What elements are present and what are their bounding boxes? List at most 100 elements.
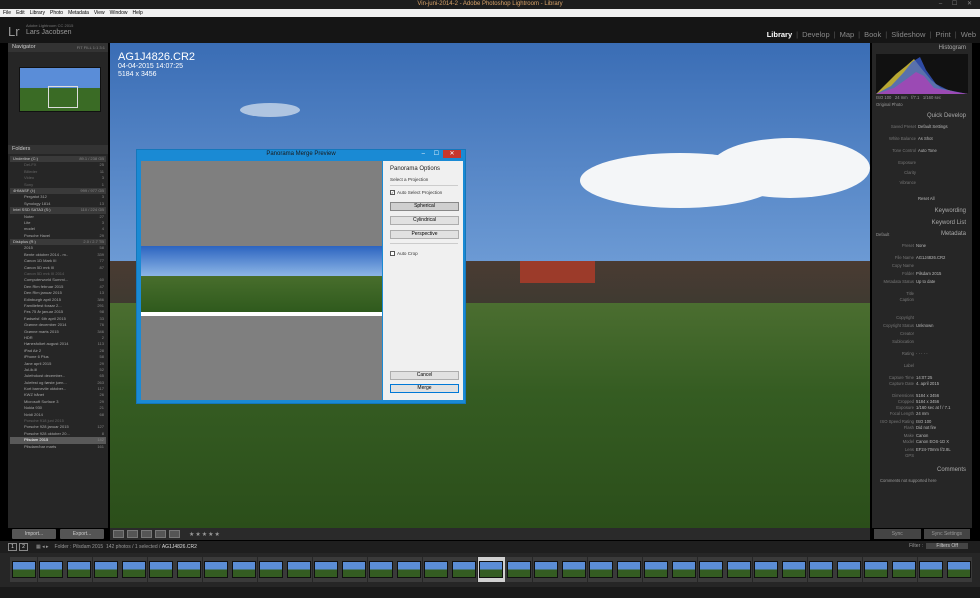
metadata-row[interactable]: Exposure 1/160 sec at f / 7.1: [870, 405, 950, 410]
filmstrip-thumbnail[interactable]: [121, 561, 146, 578]
metadata-row[interactable]: Capture Time 14:07:25: [870, 375, 932, 380]
metadata-row[interactable]: Title: [870, 291, 916, 296]
menu-help[interactable]: Help: [132, 10, 142, 16]
maximize-icon[interactable]: ☐: [434, 150, 439, 158]
metadata-row[interactable]: Copyright Status Unknown: [870, 323, 933, 328]
filmstrip-thumbnail[interactable]: [66, 561, 91, 578]
auto-select-checkbox[interactable]: ✓ Auto Select Projection: [390, 190, 442, 196]
meta-value[interactable]: Unknown: [916, 323, 933, 328]
page-2-button[interactable]: 2: [19, 543, 28, 551]
qd-value[interactable]: Default Settings: [918, 124, 948, 129]
metadata-row[interactable]: Label: [870, 363, 916, 368]
quick-develop-row[interactable]: Saved Preset Default Settings: [872, 124, 948, 129]
export-button[interactable]: Export...: [60, 529, 104, 539]
filmstrip-thumbnail[interactable]: [39, 561, 63, 578]
metadata-row[interactable]: Capture Date 4. april 2015: [870, 381, 939, 386]
compare-view-button[interactable]: [141, 530, 152, 538]
metadata-row[interactable]: Dimensions 5184 x 3456: [870, 393, 939, 398]
meta-value[interactable]: ISO 100: [916, 419, 931, 424]
rating-stars[interactable]: ★★★★★: [189, 531, 221, 538]
perspective-button[interactable]: Perspective: [390, 230, 459, 239]
filmstrip-thumbnail[interactable]: [891, 561, 916, 578]
metadata-row[interactable]: Copy Name: [870, 263, 916, 268]
meta-value[interactable]: Pilsdam 2015: [916, 271, 941, 276]
page-1-button[interactable]: 1: [8, 543, 17, 551]
auto-crop-checkbox[interactable]: Auto Crop: [390, 251, 418, 257]
cancel-button[interactable]: Cancel: [390, 371, 459, 380]
filmstrip-thumbnail[interactable]: [781, 561, 806, 578]
meta-value[interactable]: 5184 x 3456: [916, 393, 939, 398]
meta-value[interactable]: 14:07:25: [916, 375, 932, 380]
filmstrip-thumbnail[interactable]: [314, 561, 338, 578]
metadata-row[interactable]: File Name AG1J4826.CR2: [870, 255, 945, 260]
filmstrip-thumbnail[interactable]: [479, 561, 503, 578]
metadata-preset-select[interactable]: Default: [876, 232, 889, 237]
import-button[interactable]: Import...: [12, 529, 56, 539]
filmstrip-thumbnail[interactable]: [919, 561, 943, 578]
filmstrip-thumbnail[interactable]: [176, 561, 201, 578]
checkbox-empty-icon[interactable]: [390, 251, 395, 257]
navigator-viewport-box[interactable]: [48, 86, 78, 108]
grid-icon[interactable]: ▦ ◂ ▸: [36, 544, 49, 550]
metadata-row[interactable]: Metadata Status Up to date: [870, 279, 936, 284]
module-print[interactable]: Print: [931, 30, 954, 39]
metadata-row[interactable]: Model Canon EOS-1D X: [870, 439, 949, 444]
comments-header[interactable]: Comments: [872, 466, 972, 475]
meta-value[interactable]: Canon: [916, 433, 928, 438]
quick-develop-row[interactable]: White Balance As Shot: [872, 136, 933, 141]
filmstrip-path[interactable]: Folder : Pilsdam 2015: [55, 544, 104, 550]
metadata-row[interactable]: Lens EF24-70mm f/2.8L: [870, 447, 951, 452]
navigator-zoom[interactable]: FIT FILL 1:1 3:1: [77, 43, 105, 52]
people-view-button[interactable]: [169, 530, 180, 538]
merge-button[interactable]: Merge: [390, 384, 459, 393]
menu-metadata[interactable]: Metadata: [68, 10, 89, 16]
checkbox-checked-icon[interactable]: ✓: [390, 190, 395, 196]
metadata-row[interactable]: Rating · · · · ·: [870, 351, 928, 356]
meta-value[interactable]: 1/160 sec at f / 7.1: [916, 405, 950, 410]
window-controls[interactable]: – ☐ ✕: [939, 0, 976, 9]
filmstrip-thumbnail[interactable]: [561, 561, 586, 578]
grid-view-button[interactable]: [113, 530, 124, 538]
folder-item[interactable]: Pilsdam/bar marts 161: [10, 444, 106, 450]
filmstrip-thumbnail[interactable]: [836, 561, 861, 578]
qd-value[interactable]: As Shot: [918, 136, 933, 141]
metadata-row[interactable]: Creator: [870, 331, 916, 336]
menu-view[interactable]: View: [94, 10, 105, 16]
close-icon[interactable]: ✕: [443, 150, 461, 158]
filmstrip-thumbnail[interactable]: [424, 561, 448, 578]
meta-value[interactable]: AG1J4826.CR2: [916, 255, 945, 260]
filmstrip-thumbnail[interactable]: [451, 561, 476, 578]
qd-value[interactable]: Reset All: [918, 196, 935, 201]
meta-value[interactable]: 5184 x 3456: [916, 399, 939, 404]
filmstrip-thumbnail[interactable]: [259, 561, 283, 578]
keyword-list-header[interactable]: Keyword List: [872, 219, 972, 228]
filmstrip-thumbnail[interactable]: [616, 561, 641, 578]
menu-photo[interactable]: Photo: [50, 10, 63, 16]
quick-develop-header[interactable]: Quick Develop: [872, 112, 972, 121]
metadata-row[interactable]: GPS: [870, 453, 916, 458]
filmstrip-thumbnail[interactable]: [589, 561, 613, 578]
meta-value[interactable]: Did not fire: [916, 425, 936, 430]
meta-value[interactable]: EF24-70mm f/2.8L: [916, 447, 951, 452]
filmstrip-thumbnail[interactable]: [754, 561, 778, 578]
module-library[interactable]: Library: [763, 30, 796, 39]
filmstrip-thumbnail[interactable]: [231, 561, 256, 578]
filmstrip-thumbnail[interactable]: [644, 561, 668, 578]
folders-header[interactable]: Folders: [8, 145, 108, 154]
metadata-row[interactable]: Make Canon: [870, 433, 929, 438]
meta-value[interactable]: Canon EOS-1D X: [916, 439, 949, 444]
filmstrip-thumbnail[interactable]: [286, 561, 311, 578]
qd-value[interactable]: Auto Tone: [918, 148, 937, 153]
meta-value[interactable]: · · · · ·: [916, 351, 928, 356]
quick-develop-row[interactable]: Exposure: [872, 160, 918, 165]
filmstrip-thumbnail[interactable]: [809, 561, 833, 578]
menu-library[interactable]: Library: [30, 10, 45, 16]
module-book[interactable]: Book: [860, 30, 885, 39]
meta-value[interactable]: 24 mm: [916, 411, 929, 416]
user-name[interactable]: Lars Jacobsen: [26, 29, 72, 36]
filmstrip-thumbnail[interactable]: [204, 561, 228, 578]
histogram-header[interactable]: Histogram: [872, 44, 972, 53]
meta-value[interactable]: 4. april 2015: [916, 381, 939, 386]
menu-file[interactable]: File: [3, 10, 11, 16]
filter-select[interactable]: Filters Off: [926, 543, 968, 549]
